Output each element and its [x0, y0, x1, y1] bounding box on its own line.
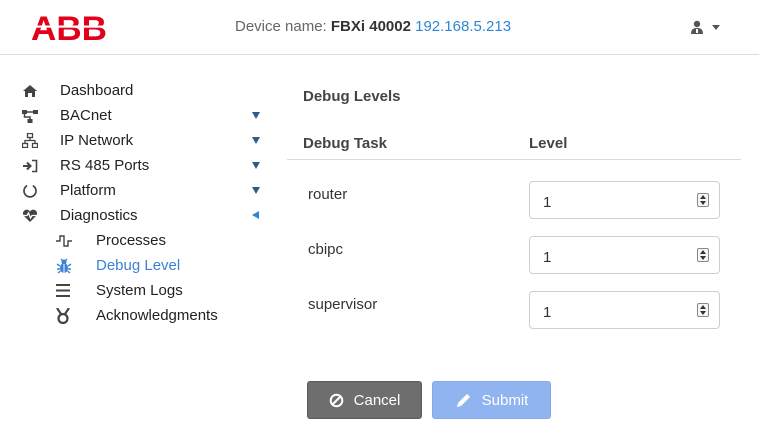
cancel-button-label: Cancel [353, 391, 401, 409]
sidebar-item-label: Diagnostics [60, 207, 138, 224]
level-value[interactable] [530, 237, 680, 273]
debug-level-input-supervisor[interactable] [529, 291, 720, 329]
column-header-task: Debug Task [303, 135, 387, 152]
list-icon [56, 278, 80, 303]
spinner-icon[interactable] [697, 303, 709, 317]
award-icon [56, 303, 80, 328]
spinner-icon[interactable] [697, 193, 709, 207]
level-value[interactable] [530, 182, 680, 218]
level-value[interactable] [530, 292, 680, 328]
chevron-down-icon [712, 24, 720, 30]
device-name: FBXi 40002 [330, 18, 411, 35]
sidebar-nav: Dashboard BACnet IP Network RS 485 Ports… [20, 78, 270, 328]
sidebar-item-label: RS 485 Ports [60, 157, 150, 174]
sidebar-item-label: System Logs [96, 282, 183, 299]
sidebar-subitem-system-logs[interactable]: System Logs [20, 278, 270, 303]
debug-task-label: supervisor [308, 296, 378, 313]
home-icon [20, 78, 48, 103]
table-header: Debug Task Level [287, 128, 741, 160]
network-tree-icon [20, 103, 48, 128]
circle-notch-icon [20, 178, 48, 203]
page-title: Debug Levels [303, 88, 401, 105]
debug-task-label: cbipc [308, 241, 344, 258]
debug-level-input-router[interactable] [529, 181, 720, 219]
sign-in-icon [20, 153, 48, 178]
device-info: Device name: FBXi 40002 192.168.5.213 [235, 18, 511, 35]
spinner-icon[interactable] [697, 248, 709, 262]
sidebar-subitem-processes[interactable]: Processes [20, 228, 270, 253]
pencil-icon [456, 393, 470, 407]
caret-down-icon [252, 137, 260, 144]
sidebar-item-platform[interactable]: Platform [20, 178, 270, 203]
pulse-icon [56, 228, 80, 253]
sidebar-item-rs485-ports[interactable]: RS 485 Ports [20, 153, 270, 178]
sidebar-item-label: Processes [96, 232, 167, 249]
sidebar-subitem-debug-level[interactable]: Debug Level [20, 253, 270, 278]
sidebar-item-label: BACnet [60, 107, 112, 124]
column-header-level: Level [529, 135, 568, 152]
caret-down-icon [252, 162, 260, 169]
user-icon [691, 20, 703, 34]
sidebar-item-diagnostics[interactable]: Diagnostics [20, 203, 270, 228]
sidebar-item-label: Dashboard [60, 82, 134, 99]
sidebar-item-label: Platform [60, 182, 116, 199]
caret-left-icon [252, 211, 259, 219]
sidebar-item-dashboard[interactable]: Dashboard [20, 78, 270, 103]
sidebar-item-label: Acknowledgments [96, 307, 218, 324]
top-header: ABB Device name: FBXi 40002 192.168.5.21… [0, 0, 759, 55]
submit-button-label: Submit [481, 391, 529, 409]
caret-down-icon [252, 112, 260, 119]
user-menu-button[interactable] [690, 16, 730, 38]
sidebar-item-bacnet[interactable]: BACnet [20, 103, 270, 128]
ban-icon [329, 393, 343, 407]
sidebar-item-ip-network[interactable]: IP Network [20, 128, 270, 153]
submit-button[interactable]: Submit [432, 381, 551, 419]
device-label: Device name: [235, 18, 327, 35]
debug-level-input-cbipc[interactable] [529, 236, 720, 274]
caret-down-icon [252, 187, 260, 194]
device-ip: 192.168.5.213 [415, 18, 512, 35]
heartbeat-icon [20, 203, 48, 228]
bug-icon [56, 253, 80, 278]
sitemap-icon [20, 128, 48, 153]
sidebar-item-label: IP Network [60, 132, 134, 149]
sidebar-item-label: Debug Level [96, 257, 181, 274]
cancel-button[interactable]: Cancel [307, 381, 422, 419]
sidebar-subitem-acknowledgments[interactable]: Acknowledgments [20, 303, 270, 328]
debug-task-label: router [308, 186, 348, 203]
abb-logo: ABB [30, 11, 108, 43]
